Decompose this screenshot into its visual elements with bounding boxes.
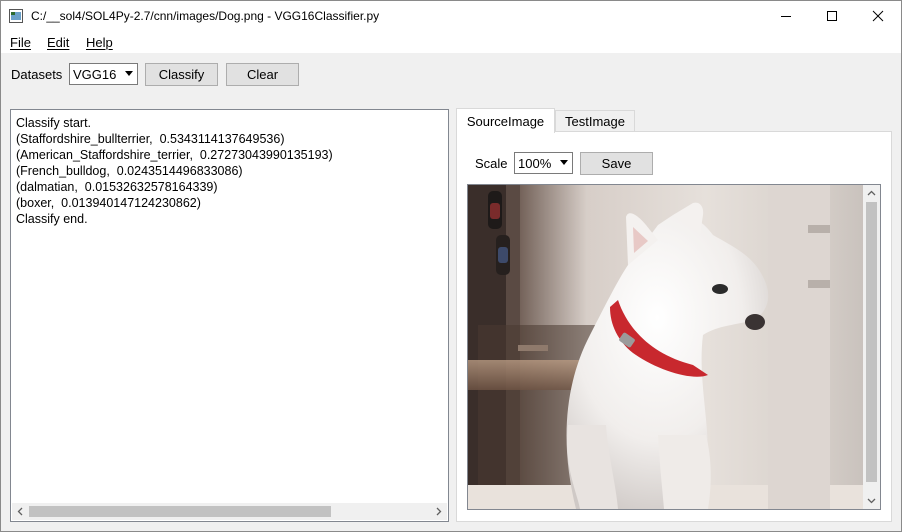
- output-line: (American_Staffordshire_terrier, 0.27273…: [16, 148, 333, 162]
- classify-button[interactable]: Classify: [145, 63, 218, 86]
- output-line: (dalmatian, 0.01532632578164339): [16, 180, 218, 194]
- output-line: (boxer, 0.013940147124230862): [16, 196, 201, 210]
- minimize-icon: [781, 16, 791, 17]
- horizontal-scroll-thumb[interactable]: [29, 506, 331, 517]
- tab-test-image[interactable]: TestImage: [555, 110, 635, 132]
- close-button[interactable]: [855, 1, 901, 31]
- arrow-down-icon[interactable]: [867, 496, 876, 505]
- datasets-select-value: VGG16: [73, 66, 117, 82]
- scale-select[interactable]: 100%: [514, 152, 573, 174]
- classification-output[interactable]: Classify start. (Staffordshire_bullterri…: [10, 109, 449, 522]
- image-tabs: SourceImage TestImage: [456, 108, 892, 133]
- close-icon: [872, 10, 884, 22]
- chevron-down-icon: [125, 71, 133, 76]
- app-window: C:/__sol4/SOL4Py-2.7/cnn/images/Dog.png …: [0, 0, 902, 532]
- menu-help[interactable]: Help: [86, 35, 113, 50]
- application-icon: [9, 9, 23, 23]
- dog-image: [468, 185, 864, 509]
- maximize-icon: [827, 11, 837, 21]
- maximize-button[interactable]: [809, 1, 855, 31]
- datasets-label: Datasets: [11, 67, 63, 82]
- image-viewer[interactable]: [467, 184, 881, 510]
- arrow-right-icon[interactable]: [434, 507, 443, 516]
- toolbar: Datasets VGG16 Classify Clear: [1, 53, 901, 95]
- vertical-scrollbar[interactable]: [863, 185, 880, 509]
- clear-button[interactable]: Clear: [226, 63, 299, 86]
- horizontal-scrollbar[interactable]: [12, 503, 447, 520]
- scale-label: Scale: [475, 156, 508, 171]
- output-line: (French_bulldog, 0.0243514496833086): [16, 164, 243, 178]
- save-button[interactable]: Save: [580, 152, 653, 175]
- output-lines: Classify start. (Staffordshire_bullterri…: [16, 115, 333, 227]
- arrow-up-icon[interactable]: [867, 189, 876, 198]
- menu-edit[interactable]: Edit: [47, 35, 69, 50]
- window-title: C:/__sol4/SOL4Py-2.7/cnn/images/Dog.png …: [31, 9, 380, 23]
- tab-source-image[interactable]: SourceImage: [456, 108, 555, 133]
- scale-select-value: 100%: [518, 155, 552, 171]
- menu-file[interactable]: File: [10, 35, 31, 50]
- output-line: Classify start.: [16, 116, 92, 130]
- vertical-scroll-thumb[interactable]: [866, 202, 877, 482]
- output-line: Classify end.: [16, 212, 88, 226]
- output-line: (Staffordshire_bullterrier, 0.5343114137…: [16, 132, 285, 146]
- menu-bar: File Edit Help: [1, 31, 901, 53]
- source-image-panel: Scale 100% Save: [456, 131, 892, 522]
- chevron-down-icon: [560, 160, 568, 165]
- title-bar: C:/__sol4/SOL4Py-2.7/cnn/images/Dog.png …: [1, 1, 901, 31]
- arrow-left-icon[interactable]: [16, 507, 25, 516]
- minimize-button[interactable]: [763, 1, 809, 31]
- datasets-select[interactable]: VGG16: [69, 63, 138, 85]
